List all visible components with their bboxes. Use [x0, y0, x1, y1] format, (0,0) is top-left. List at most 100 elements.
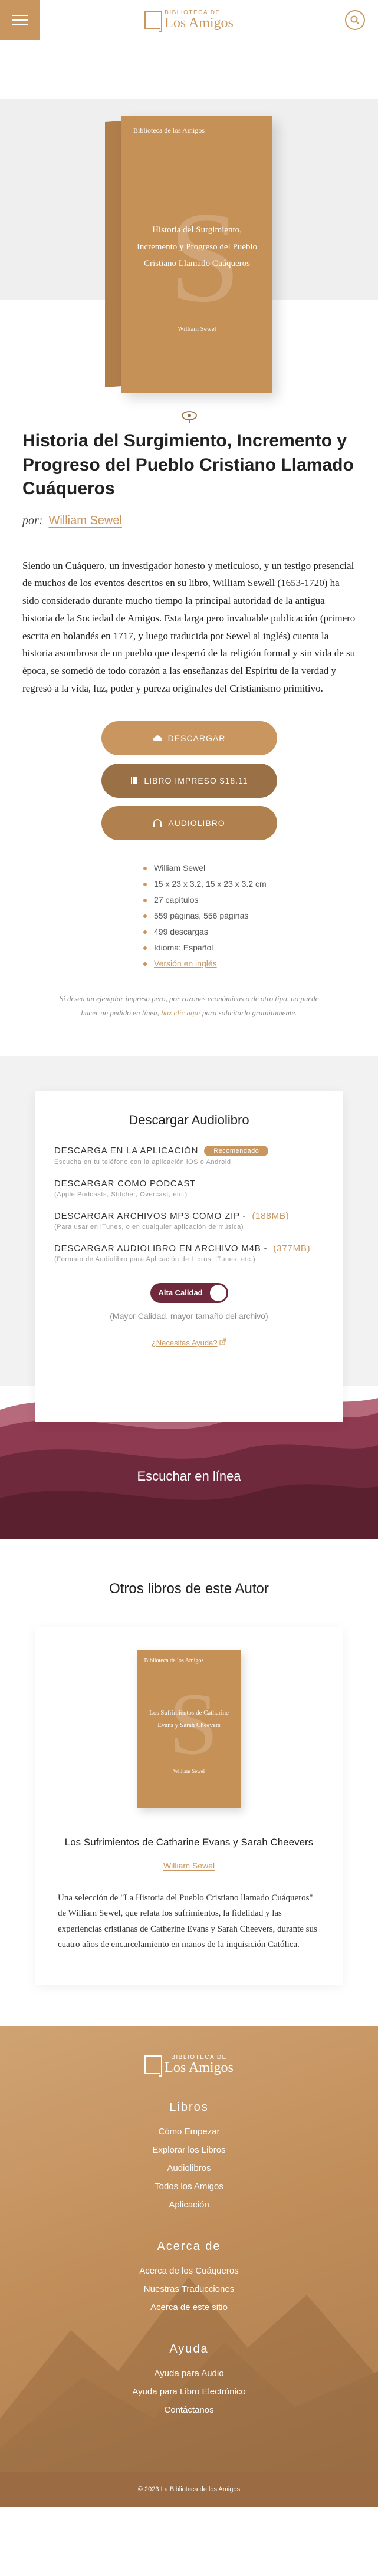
- download-m4b-label: DESCARGAR AUDIOLIBRO EN ARCHIVO M4B -: [54, 1243, 268, 1254]
- download-mp3-option[interactable]: DESCARGAR ARCHIVOS MP3 COMO ZIP - (188MB…: [54, 1211, 324, 1231]
- book-summary: Siendo un Cuáquero, un investigador hone…: [22, 560, 356, 694]
- audiobook-button[interactable]: AUDIOLIBRO: [101, 805, 277, 840]
- audio-help-label: ¿Necesitas Ayuda?: [151, 1338, 218, 1347]
- footer-link-ebook-help[interactable]: Ayuda para Libro Electrónico: [0, 2383, 378, 2401]
- audiobook-label: AUDIOLIBRO: [168, 818, 225, 828]
- quality-toggle[interactable]: Alta Calidad: [150, 1282, 228, 1303]
- book-cover[interactable]: Biblioteca de los Amigos S Historia del …: [105, 116, 272, 393]
- footer-col-about-title: Acerca de: [157, 2240, 221, 2253]
- print-book-button[interactable]: LIBRO IMPRESO $18.11: [101, 763, 277, 798]
- search-button[interactable]: [345, 10, 365, 30]
- footer-link-app[interactable]: Aplicación: [0, 2196, 378, 2214]
- notice-link[interactable]: haz clic aquí: [161, 1008, 200, 1017]
- external-link-icon: [219, 1338, 226, 1345]
- cover-logo: Biblioteca de los Amigos: [133, 126, 205, 134]
- meta-chapters: 27 capítulos: [143, 892, 356, 908]
- book-hero: Biblioteca de los Amigos S Historia del …: [0, 40, 378, 423]
- author-link[interactable]: William Sewel: [48, 514, 121, 528]
- download-button[interactable]: DESCARGAR: [101, 721, 277, 755]
- site-logo[interactable]: BIBLIOTECA DE Los Amigos: [144, 9, 234, 32]
- download-m4b-sub: (Formato de Audiolibro para Aplicación d…: [54, 1255, 256, 1263]
- footer-col-books: Libros Cómo Empezar Explorar los Libros …: [0, 2101, 378, 2214]
- footer-link-explore[interactable]: Explorar los Libros: [0, 2141, 378, 2159]
- footer-col-help: Ayuda Ayuda para Audio Ayuda para Libro …: [0, 2343, 378, 2419]
- meta-dimensions: 15 x 23 x 3.2, 15 x 23 x 3.2 cm: [143, 876, 356, 892]
- download-mp3-label: DESCARGAR ARCHIVOS MP3 COMO ZIP -: [54, 1210, 246, 1221]
- quality-label: Alta Calidad: [158, 1288, 203, 1298]
- footer-copyright-bar: © 2023 La Biblioteca de los Amigos: [0, 2472, 378, 2508]
- copyright-text: © 2023 La Biblioteca de los Amigos: [137, 2486, 241, 2493]
- notice-after: para solicitarlo gratuitamente.: [202, 1008, 297, 1018]
- footer-logo-mark-icon: [144, 2055, 163, 2077]
- by-prefix: por:: [22, 514, 43, 527]
- hamburger-icon: [12, 15, 28, 25]
- download-app-label: DESCARGA EN LA APLICACIÓN: [54, 1146, 199, 1156]
- book-spine: [105, 121, 121, 387]
- zoom-button[interactable]: [180, 410, 198, 426]
- print-request-notice: Si desea un ejemplar impreso pero, por r…: [58, 992, 320, 1021]
- audio-help-link[interactable]: ¿Necesitas Ayuda?: [54, 1338, 324, 1347]
- site-header: BIBLIOTECA DE Los Amigos: [0, 0, 378, 40]
- cloud-icon: [153, 735, 162, 741]
- footer-link-quakers[interactable]: Acerca de los Cuáqueros: [0, 2262, 378, 2280]
- footer-col-books-title: Libros: [169, 2101, 209, 2114]
- other-book-title[interactable]: Los Sufrimientos de Catharine Evans y Sa…: [58, 1834, 320, 1850]
- book-info: Historia del Surgimiento, Incremento y P…: [0, 394, 378, 1021]
- recommended-badge: Recomendado: [204, 1145, 269, 1156]
- search-icon: [350, 15, 360, 25]
- download-podcast-option[interactable]: DESCARGAR COMO PODCAST (Apple Podcasts, …: [54, 1179, 324, 1198]
- logo-mark-icon: [144, 10, 163, 32]
- footer-logo-bottom: Los Amigos: [165, 2060, 234, 2076]
- page-title: Historia del Surgimiento, Incremento y P…: [22, 431, 354, 498]
- cover-title: Historia del Surgimiento, Incremento y P…: [136, 225, 258, 268]
- listen-online-link[interactable]: Escuchar en línea: [0, 1469, 378, 1484]
- quality-note: (Mayor Calidad, mayor tamaño del archivo…: [110, 1311, 268, 1321]
- other-cover-author: William Sewel: [173, 1768, 205, 1774]
- book-meta-list: William Sewel 15 x 23 x 3.2, 15 x 23 x 3…: [143, 860, 356, 972]
- headphones-icon: [153, 818, 162, 827]
- download-label: DESCARGAR: [167, 733, 226, 743]
- footer-link-about-site[interactable]: Acerca de este sitio: [0, 2298, 378, 2317]
- download-mp3-size: (188MB): [252, 1210, 290, 1221]
- action-buttons: DESCARGAR LIBRO IMPRESO $18.11 AUDIOLIBR…: [22, 721, 356, 840]
- other-cover-title: Los Sufrimientos de Catharine Evans y Sa…: [149, 1709, 229, 1729]
- other-books-heading: Otros libros de este Autor: [109, 1580, 269, 1597]
- audio-section: Descargar Audiolibro DESCARGA EN LA APLI…: [0, 1055, 378, 1539]
- print-book-label: LIBRO IMPRESO $18.11: [144, 775, 248, 785]
- magnify-icon: [182, 411, 197, 423]
- menu-button[interactable]: [0, 0, 40, 40]
- logo-top-text: BIBLIOTECA DE: [165, 9, 221, 16]
- cover-author: William Sewel: [178, 325, 216, 333]
- footer-link-audio-help[interactable]: Ayuda para Audio: [0, 2364, 378, 2383]
- footer-link-audiobooks[interactable]: Audiolibros: [0, 2159, 378, 2177]
- book-icon: [131, 777, 137, 784]
- meta-english-version-link[interactable]: Versión en inglés: [143, 956, 356, 972]
- toggle-knob: [209, 1284, 226, 1301]
- logo-bottom-text: Los Amigos: [165, 15, 234, 31]
- download-app-option[interactable]: DESCARGA EN LA APLICACIÓN Recomendado Es…: [54, 1145, 324, 1166]
- other-book-card: Biblioteca de los Amigos S Los Sufrimien…: [35, 1626, 343, 1986]
- footer-link-translations[interactable]: Nuestras Traducciones: [0, 2280, 378, 2298]
- download-m4b-size: (377MB): [273, 1243, 311, 1254]
- footer-link-contact[interactable]: Contáctanos: [0, 2401, 378, 2419]
- footer-link-start[interactable]: Cómo Empezar: [0, 2123, 378, 2141]
- footer-col-help-title: Ayuda: [169, 2343, 209, 2356]
- download-m4b-option[interactable]: DESCARGAR AUDIOLIBRO EN ARCHIVO M4B - (3…: [54, 1243, 324, 1263]
- footer-logo[interactable]: BIBLIOTECA DE Los Amigos: [0, 2026, 378, 2077]
- meta-downloads: 499 descargas: [143, 924, 356, 940]
- meta-language: Idioma: Español: [143, 940, 356, 956]
- site-footer: BIBLIOTECA DE Los Amigos Libros Cómo Emp…: [0, 2026, 378, 2508]
- other-book-description: Una selección de "La Historia del Pueblo…: [58, 1893, 317, 1949]
- audio-download-card: Descargar Audiolibro DESCARGA EN LA APLI…: [35, 1091, 343, 1422]
- download-podcast-label: DESCARGAR COMO PODCAST: [54, 1178, 196, 1189]
- other-books-section: Otros libros de este Autor Biblioteca de…: [0, 1539, 378, 1986]
- download-mp3-sub: (Para usar en iTunes, o en cualquier apl…: [54, 1223, 244, 1231]
- other-book-cover[interactable]: Biblioteca de los Amigos S Los Sufrimien…: [137, 1650, 241, 1808]
- audio-heading: Descargar Audiolibro: [129, 1112, 249, 1127]
- footer-link-all-friends[interactable]: Todos los Amigos: [0, 2177, 378, 2196]
- download-app-sub: Escucha en tu teléfono con la aplicación…: [54, 1158, 231, 1166]
- other-book-author-link[interactable]: William Sewel: [58, 1861, 320, 1870]
- footer-col-about: Acerca de Acerca de los Cuáqueros Nuestr…: [0, 2240, 378, 2317]
- meta-author[interactable]: William Sewel: [143, 860, 356, 876]
- other-cover-logo: Biblioteca de los Amigos: [144, 1657, 204, 1664]
